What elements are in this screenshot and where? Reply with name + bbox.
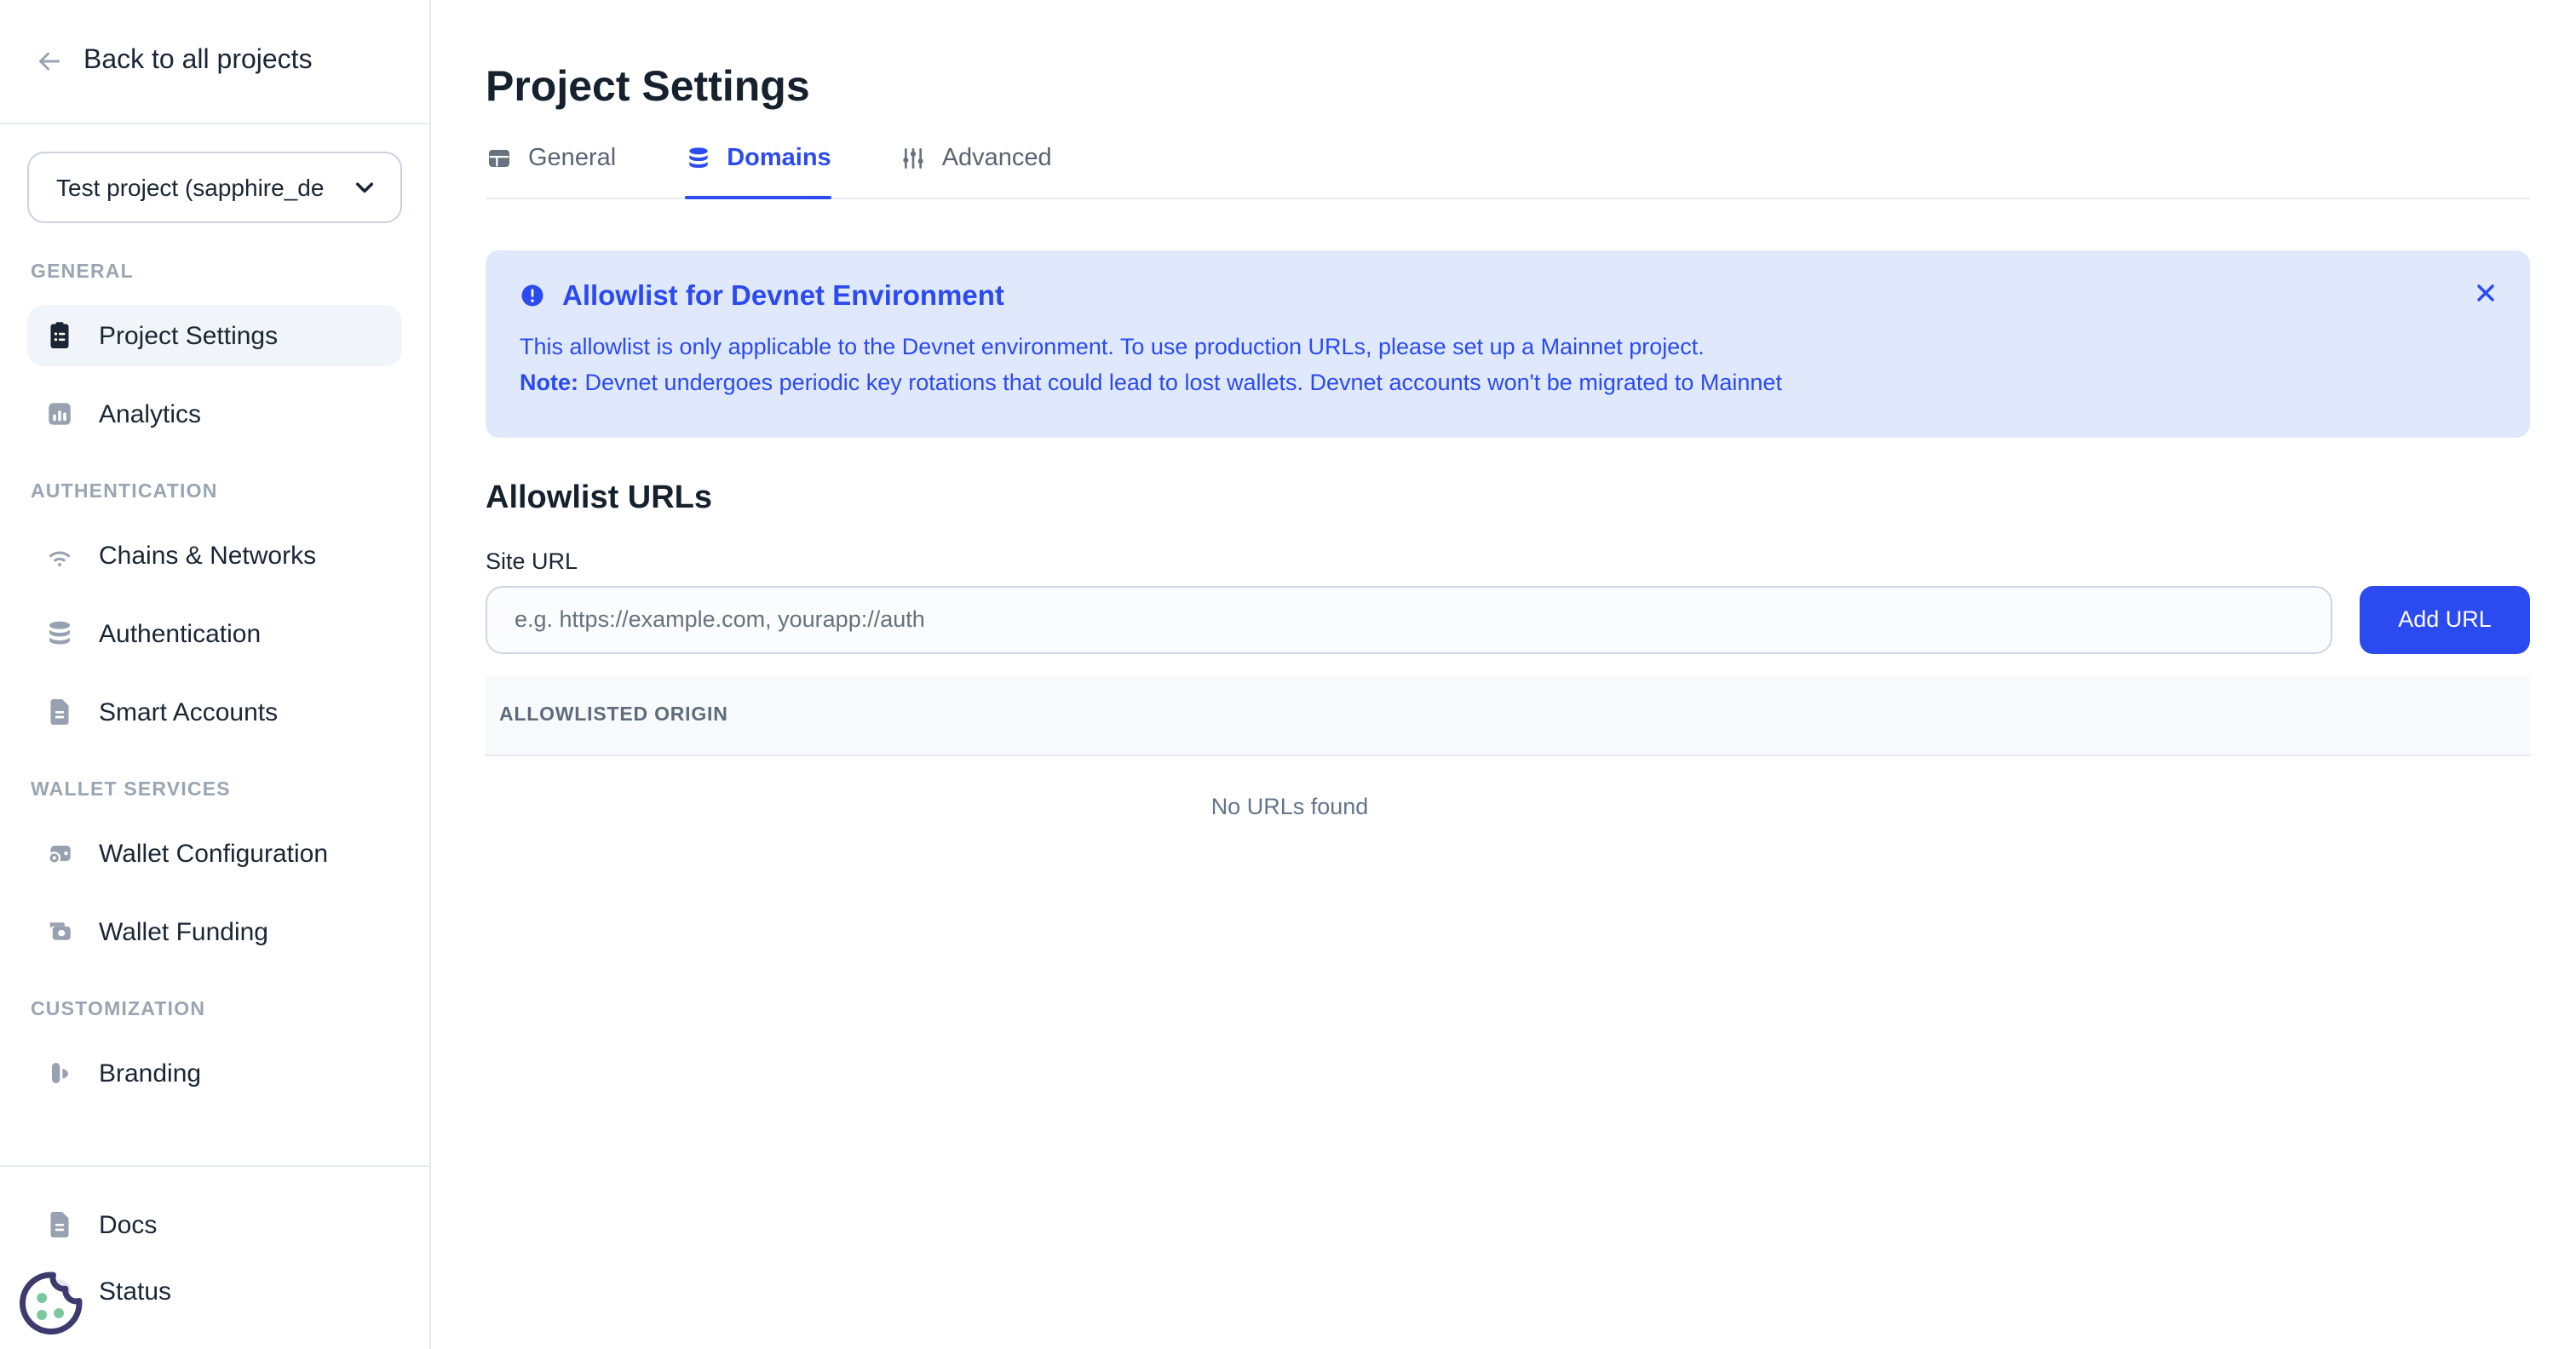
site-url-input[interactable] [486,585,2332,653]
banner-line-2: Note: Devnet undergoes periodic key rota… [520,365,2496,400]
add-url-button[interactable]: Add URL [2360,585,2530,653]
banner-note-label: Note: [520,370,578,395]
sidebar: Back to all projects Test project (sapph… [0,0,431,1349]
wallet-cash-icon [44,916,75,947]
wifi-icon [44,540,75,571]
back-to-projects-link[interactable]: Back to all projects [0,0,429,124]
sidebar-item-label: Status [99,1277,171,1306]
sidebar-item-label: Project Settings [99,321,278,350]
banner-line-1: This allowlist is only applicable to the… [520,329,2496,365]
main-content: Project Settings General Domains Advance… [431,0,2576,1349]
banner-note-text: Devnet undergoes periodic key rotations … [578,370,1782,395]
tab-label: Domains [727,141,831,175]
arrow-left-icon [34,46,65,77]
alert-circle-icon [520,284,545,309]
tab-bar: General Domains Advanced [486,141,2530,199]
section-label-customization: CUSTOMIZATION [31,1000,402,1020]
section-label-authentication: AUTHENTICATION [31,482,402,502]
branding-icon [44,1058,75,1088]
tab-domains[interactable]: Domains [684,141,831,198]
file-icon [44,697,75,727]
sidebar-item-wallet-configuration[interactable]: Wallet Configuration [27,823,402,884]
tab-general[interactable]: General [486,141,616,198]
clipboard-icon [44,320,75,351]
app-window: Back to all projects Test project (sapph… [0,0,2576,1349]
sidebar-item-label: Smart Accounts [99,697,278,726]
database-icon [684,145,711,172]
sidebar-item-analytics[interactable]: Analytics [27,383,402,445]
empty-state-message: No URLs found [486,791,2094,822]
sidebar-item-project-settings[interactable]: Project Settings [27,305,402,366]
section-label-general: GENERAL [31,262,402,283]
bar-chart-icon [44,399,75,429]
docs-icon [44,1209,75,1240]
sidebar-item-label: Wallet Funding [99,917,268,946]
allowlist-urls-heading: Allowlist URLs [486,477,2530,521]
sidebar-item-label: Analytics [99,399,201,428]
tab-label: General [528,141,616,175]
tab-advanced[interactable]: Advanced [900,141,1052,198]
project-selector-value: Test project (sapphire_de [56,174,324,201]
sidebar-item-authentication[interactable]: Authentication [27,603,402,664]
back-link-label: Back to all projects [83,46,313,77]
chevron-down-icon [349,172,380,203]
sidebar-item-wallet-funding[interactable]: Wallet Funding [27,901,402,962]
sidebar-item-chains-networks[interactable]: Chains & Networks [27,525,402,586]
sidebar-item-label: Docs [99,1210,157,1239]
allowlisted-origin-column-header: ALLOWLISTED ORIGIN [499,704,728,725]
banner-title-row: Allowlist for Devnet Environment [520,278,2496,315]
banner-title: Allowlist for Devnet Environment [562,278,1004,315]
tab-label: Advanced [942,141,1052,175]
banner-body: This allowlist is only applicable to the… [520,329,2496,400]
devnet-allowlist-banner: Allowlist for Devnet Environment This al… [486,250,2530,438]
database-icon [44,618,75,649]
sidebar-item-label: Branding [99,1059,201,1088]
sidebar-item-label: Chains & Networks [99,541,316,570]
sidebar-item-docs[interactable]: Docs [27,1194,402,1255]
sidebar-nav: GENERAL Project Settings Analytics AUTHE… [0,252,429,1111]
grid-icon [486,145,513,172]
sidebar-item-branding[interactable]: Branding [27,1042,402,1104]
section-label-wallet-services: WALLET SERVICES [31,780,402,801]
sidebar-item-label: Wallet Configuration [99,839,328,868]
sidebar-item-smart-accounts[interactable]: Smart Accounts [27,681,402,743]
wallet-gear-icon [44,838,75,869]
url-input-row: Add URL [486,585,2530,653]
page-title: Project Settings [486,61,2530,112]
project-selector-dropdown[interactable]: Test project (sapphire_de [27,152,402,223]
sidebar-item-label: Authentication [99,619,261,648]
close-icon[interactable] [2472,279,2499,307]
site-url-label: Site URL [486,548,2530,575]
cookie-consent-icon[interactable] [15,1267,87,1339]
sliders-icon [900,145,927,172]
allowlist-table-header: ALLOWLISTED ORIGIN [486,675,2530,755]
